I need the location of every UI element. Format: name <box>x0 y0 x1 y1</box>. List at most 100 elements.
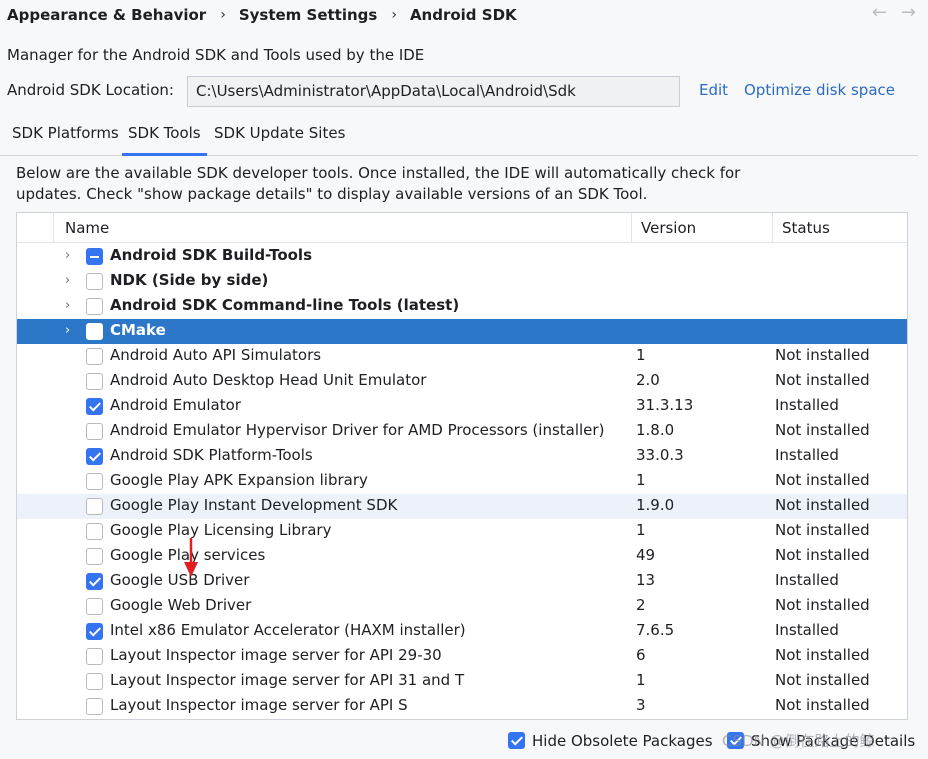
arrow-right-icon[interactable]: → <box>901 2 916 24</box>
cell-name: Layout Inspector image server for API 31… <box>110 671 465 689</box>
table-row[interactable]: › CMake <box>17 319 907 344</box>
table-row[interactable]: Android Emulator 31.3.13 Installed <box>17 394 907 419</box>
row-checkbox[interactable] <box>86 673 103 690</box>
table-row[interactable]: › Android SDK Build-Tools <box>17 244 907 269</box>
watermark-text: CSDN @倒在路上的鲸 <box>722 732 875 750</box>
table-row[interactable]: Android SDK Platform-Tools 33.0.3 Installe… <box>17 444 907 469</box>
cell-version: 1 <box>636 671 646 689</box>
row-checkbox[interactable] <box>86 473 103 490</box>
tab-sdk-tools[interactable]: SDK Tools <box>128 124 201 142</box>
cell-status: Not installed <box>775 596 870 614</box>
row-checkbox[interactable] <box>86 298 103 315</box>
chevron-right-icon[interactable]: › <box>65 272 77 290</box>
history-navigation: ← → <box>872 2 916 24</box>
cell-version: 1 <box>636 471 646 489</box>
row-checkbox[interactable] <box>86 548 103 565</box>
cell-status: Not installed <box>775 371 870 389</box>
row-checkbox[interactable] <box>86 398 103 415</box>
cell-name: Google Play APK Expansion library <box>110 471 368 489</box>
cell-name: Android Emulator Hypervisor Driver for A… <box>110 421 605 439</box>
row-checkbox[interactable] <box>86 498 103 515</box>
table-row[interactable]: Android Auto Desktop Head Unit Emulator 2… <box>17 369 907 394</box>
cell-status: Not installed <box>775 421 870 439</box>
cell-name: Android Emulator <box>110 396 241 414</box>
cell-name: Android SDK Build-Tools <box>110 246 313 264</box>
cell-status: Installed <box>775 396 839 414</box>
cell-name: Intel x86 Emulator Accelerator (HAXM ins… <box>110 621 466 639</box>
column-header-name[interactable]: Name <box>65 219 109 237</box>
sdk-tools-table: Name Version Status › Android SDK Build-T… <box>16 212 908 720</box>
cell-name: Android SDK Platform-Tools <box>110 446 313 464</box>
cell-version: 1 <box>636 521 646 539</box>
table-row[interactable]: Google USB Driver 13 Installed <box>17 569 907 594</box>
chevron-right-icon[interactable]: › <box>65 247 77 265</box>
row-checkbox[interactable] <box>86 573 103 590</box>
cell-version: 3 <box>636 696 646 714</box>
cell-version: 31.3.13 <box>636 396 694 414</box>
table-row[interactable]: Google Web Driver 2 Not installed <box>17 594 907 619</box>
hide-obsolete-packages-label: Hide Obsolete Packages <box>532 732 713 750</box>
column-divider <box>53 213 54 243</box>
tab-sdk-update-sites[interactable]: SDK Update Sites <box>214 124 345 142</box>
table-row[interactable]: Google Play services 49 Not installed <box>17 544 907 569</box>
optimize-disk-space-link[interactable]: Optimize disk space <box>744 81 895 99</box>
table-row[interactable]: Google Play Instant Development SDK 1.9.0… <box>17 494 907 519</box>
sdk-location-field[interactable]: C:\Users\Administrator\AppData\Local\And… <box>187 76 680 107</box>
chevron-right-icon[interactable]: › <box>65 322 77 340</box>
row-checkbox[interactable] <box>86 373 103 390</box>
table-row[interactable]: Layout Inspector image server for API S 3… <box>17 694 907 719</box>
table-row[interactable]: › NDK (Side by side) <box>17 269 907 294</box>
cell-version: 33.0.3 <box>636 446 684 464</box>
row-checkbox[interactable] <box>86 448 103 465</box>
row-checkbox[interactable] <box>86 523 103 540</box>
cell-name: Android Auto API Simulators <box>110 346 322 364</box>
breadcrumb-item-system-settings[interactable]: System Settings <box>239 6 378 24</box>
hide-obsolete-packages-checkbox[interactable] <box>508 732 525 749</box>
row-checkbox[interactable] <box>86 273 103 290</box>
column-divider[interactable] <box>631 213 632 243</box>
cell-version: 1.8.0 <box>636 421 675 439</box>
tab-sdk-platforms[interactable]: SDK Platforms <box>12 124 119 142</box>
cell-name: Google Web Driver <box>110 596 252 614</box>
breadcrumb-item-android-sdk: Android SDK <box>409 6 517 24</box>
cell-version: 49 <box>636 546 656 564</box>
column-header-status[interactable]: Status <box>782 219 830 237</box>
cell-version: 7.6.5 <box>636 621 675 639</box>
cell-name: NDK (Side by side) <box>110 271 269 289</box>
row-checkbox[interactable] <box>86 698 103 715</box>
table-row[interactable]: Layout Inspector image server for API 29… <box>17 644 907 669</box>
row-checkbox[interactable] <box>86 598 103 615</box>
cell-status: Not installed <box>775 496 870 514</box>
table-row[interactable]: Google Play APK Expansion library 1 Not in… <box>17 469 907 494</box>
column-header-version[interactable]: Version <box>641 219 696 237</box>
row-checkbox[interactable] <box>86 423 103 440</box>
cell-version: 6 <box>636 646 646 664</box>
chevron-right-icon: › <box>220 7 226 23</box>
row-checkbox[interactable] <box>86 323 103 340</box>
cell-name: Android SDK Command-line Tools (latest) <box>110 296 460 314</box>
row-checkbox[interactable] <box>86 248 103 265</box>
sdk-tabs: SDK Platforms SDK Tools SDK Update Sites <box>0 118 918 156</box>
table-row[interactable]: Layout Inspector image server for API 31… <box>17 669 907 694</box>
edit-link[interactable]: Edit <box>699 81 728 99</box>
row-checkbox[interactable] <box>86 648 103 665</box>
breadcrumb-item-appearance[interactable]: Appearance & Behavior <box>7 6 206 24</box>
cell-name: Layout Inspector image server for API 29… <box>110 646 442 664</box>
row-checkbox[interactable] <box>86 348 103 365</box>
intro-text: Below are the available SDK developer to… <box>16 164 741 203</box>
table-row[interactable]: › Android SDK Command-line Tools (latest) <box>17 294 907 319</box>
chevron-right-icon[interactable]: › <box>65 297 77 315</box>
cell-version: 1 <box>636 346 646 364</box>
android-sdk-settings-page: Appearance & Behavior › System Settings … <box>0 0 928 759</box>
cell-status: Not installed <box>775 346 870 364</box>
row-checkbox[interactable] <box>86 623 103 640</box>
table-row[interactable]: Android Auto API Simulators 1 Not installe… <box>17 344 907 369</box>
table-row[interactable]: Android Emulator Hypervisor Driver for A… <box>17 419 907 444</box>
column-divider[interactable] <box>772 213 773 243</box>
cell-status: Not installed <box>775 671 870 689</box>
table-row[interactable]: Google Play Licensing Library 1 Not instal… <box>17 519 907 544</box>
cell-status: Not installed <box>775 546 870 564</box>
table-row[interactable]: Intel x86 Emulator Accelerator (HAXM ins… <box>17 619 907 644</box>
arrow-left-icon[interactable]: ← <box>872 2 887 24</box>
breadcrumb: Appearance & Behavior › System Settings … <box>7 4 517 26</box>
